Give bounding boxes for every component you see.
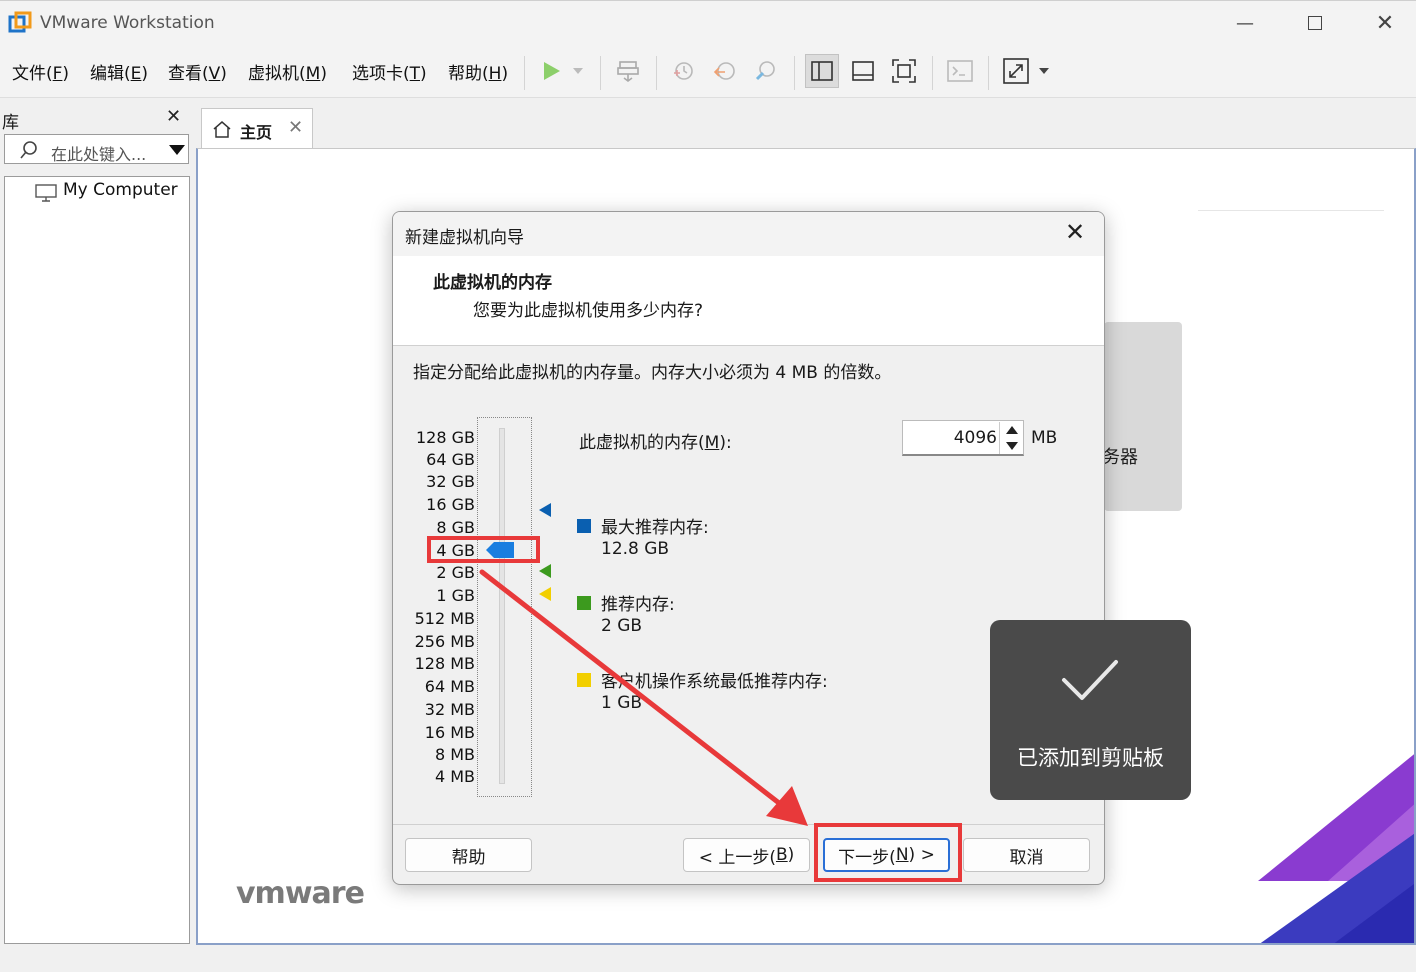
dialog-header: 此虚拟机的内存 您要为此虚拟机使用多少内存?: [393, 256, 1104, 346]
library-title: 库: [2, 113, 19, 133]
scale-label: 8 GB: [436, 518, 475, 537]
revert-snapshot-icon[interactable]: [708, 54, 742, 88]
search-dropdown-icon[interactable]: [169, 145, 185, 155]
cancel-button[interactable]: 取消: [963, 838, 1090, 872]
scale-label: 64 GB: [426, 450, 475, 469]
send-ctrl-alt-del-icon[interactable]: [611, 54, 645, 88]
scale-label: 4 MB: [434, 767, 475, 786]
scale-label: 16 MB: [424, 723, 475, 742]
show-library-icon[interactable]: [805, 54, 839, 88]
snapshot-icon[interactable]: [666, 54, 700, 88]
toolbar-separator: [932, 56, 933, 90]
toast-message: 已添加到剪贴板: [1017, 746, 1164, 770]
toolbar-separator: [524, 56, 525, 90]
library-panel: 库 ✕ 在此处键入... My Computer: [0, 100, 192, 946]
home-icon: [213, 121, 231, 138]
power-dropdown-icon[interactable]: [566, 54, 590, 88]
highlight-4gb: [427, 536, 540, 563]
dialog-heading: 此虚拟机的内存: [433, 273, 552, 293]
vmware-logo: vmware: [236, 876, 365, 911]
home-action-card[interactable]: [1104, 322, 1182, 511]
divider: [1198, 210, 1384, 211]
library-close-icon[interactable]: ✕: [166, 106, 181, 127]
home-card-label: 务器: [1102, 447, 1138, 468]
tree-item-label: My Computer: [63, 180, 178, 200]
stretch-guest-icon[interactable]: [999, 54, 1033, 88]
menu-vm[interactable]: 虚拟机(M): [248, 59, 327, 84]
library-search-input[interactable]: 在此处键入...: [4, 134, 189, 164]
max-recommended-value: 12.8 GB: [601, 539, 670, 559]
memory-value: 4096: [953, 428, 997, 448]
close-window-button[interactable]: ✕: [1362, 9, 1408, 37]
spin-down-icon[interactable]: [1006, 442, 1018, 450]
scale-label: 256 MB: [414, 632, 475, 651]
toolbar-separator: [600, 56, 601, 90]
power-on-icon[interactable]: [534, 54, 568, 88]
menu-view[interactable]: 查看(V): [168, 59, 227, 84]
console-view-icon[interactable]: [943, 54, 977, 88]
memory-input[interactable]: 4096: [902, 420, 1024, 456]
stretch-dropdown-icon[interactable]: [1034, 54, 1054, 88]
dialog-subheading: 您要为此虚拟机使用多少内存?: [473, 301, 704, 321]
vmware-window: VMware Workstation — ✕ 文件(F) 编辑(E) 查看(V)…: [0, 0, 1416, 972]
scale-label: 16 GB: [426, 495, 475, 514]
toolbar-separator: [656, 56, 657, 90]
scale-label: 512 MB: [414, 609, 475, 628]
annotation-arrow: [479, 569, 808, 826]
max-recommended-marker: [539, 503, 551, 517]
scale-label: 32 MB: [424, 700, 475, 719]
dialog-title-bar: 新建虚拟机向导 ✕: [393, 212, 1104, 256]
scale-label: 128 GB: [416, 428, 475, 447]
max-legend-swatch: [577, 519, 591, 533]
highlight-next-button: [814, 823, 962, 882]
tree-item-my-computer[interactable]: My Computer: [5, 179, 189, 207]
thumbnail-bar-icon[interactable]: [846, 54, 880, 88]
menu-tabs[interactable]: 选项卡(T): [352, 59, 427, 84]
scale-label: 32 GB: [426, 472, 475, 491]
dialog-description: 指定分配给此虚拟机的内存量。内存大小必须为 4 MB 的倍数。: [413, 363, 892, 383]
title-bar: VMware Workstation — ✕: [0, 0, 1416, 44]
scale-label: 2 GB: [436, 563, 475, 582]
tab-home[interactable]: 主页 ✕: [201, 108, 313, 148]
menu-file[interactable]: 文件(F): [12, 59, 69, 84]
menu-edit[interactable]: 编辑(E): [90, 59, 148, 84]
maximize-button[interactable]: [1292, 9, 1338, 37]
minimize-button[interactable]: —: [1222, 9, 1268, 37]
scale-label: 1 GB: [436, 586, 475, 605]
tab-home-label: 主页: [240, 123, 273, 142]
snapshot-manager-icon[interactable]: [749, 54, 783, 88]
scale-label: 128 MB: [414, 654, 475, 673]
memory-unit: MB: [1031, 428, 1058, 448]
search-icon: [20, 141, 37, 159]
scale-label: 64 MB: [424, 677, 475, 696]
tab-close-icon[interactable]: ✕: [288, 117, 303, 138]
dialog-title: 新建虚拟机向导: [405, 228, 524, 248]
toolbar-separator: [988, 56, 989, 90]
clipboard-toast: 已添加到剪贴板: [990, 620, 1191, 800]
full-screen-icon[interactable]: [887, 54, 921, 88]
scale-label: 8 MB: [434, 745, 475, 764]
computer-icon: [35, 184, 57, 202]
checkmark-icon: [1062, 660, 1118, 700]
menu-help[interactable]: 帮助(H): [448, 59, 508, 84]
memory-spinner[interactable]: [999, 422, 1023, 454]
back-button[interactable]: < 上一步(B): [683, 838, 810, 872]
library-tree: My Computer: [4, 176, 190, 944]
max-recommended-title: 最大推荐内存:: [601, 518, 709, 538]
memory-label: 此虚拟机的内存(M):: [579, 433, 732, 453]
search-placeholder: 在此处键入...: [51, 145, 147, 164]
app-title: VMware Workstation: [40, 13, 215, 33]
help-button[interactable]: 帮助: [405, 838, 532, 872]
decorative-graphic: [1258, 754, 1414, 943]
menu-bar: 文件(F) 编辑(E) 查看(V) 虚拟机(M) 选项卡(T) 帮助(H): [0, 44, 1416, 98]
toolbar-separator: [794, 56, 795, 90]
vmware-app-icon: [8, 11, 32, 33]
dialog-close-icon[interactable]: ✕: [1065, 218, 1085, 246]
spin-up-icon[interactable]: [1006, 426, 1018, 434]
